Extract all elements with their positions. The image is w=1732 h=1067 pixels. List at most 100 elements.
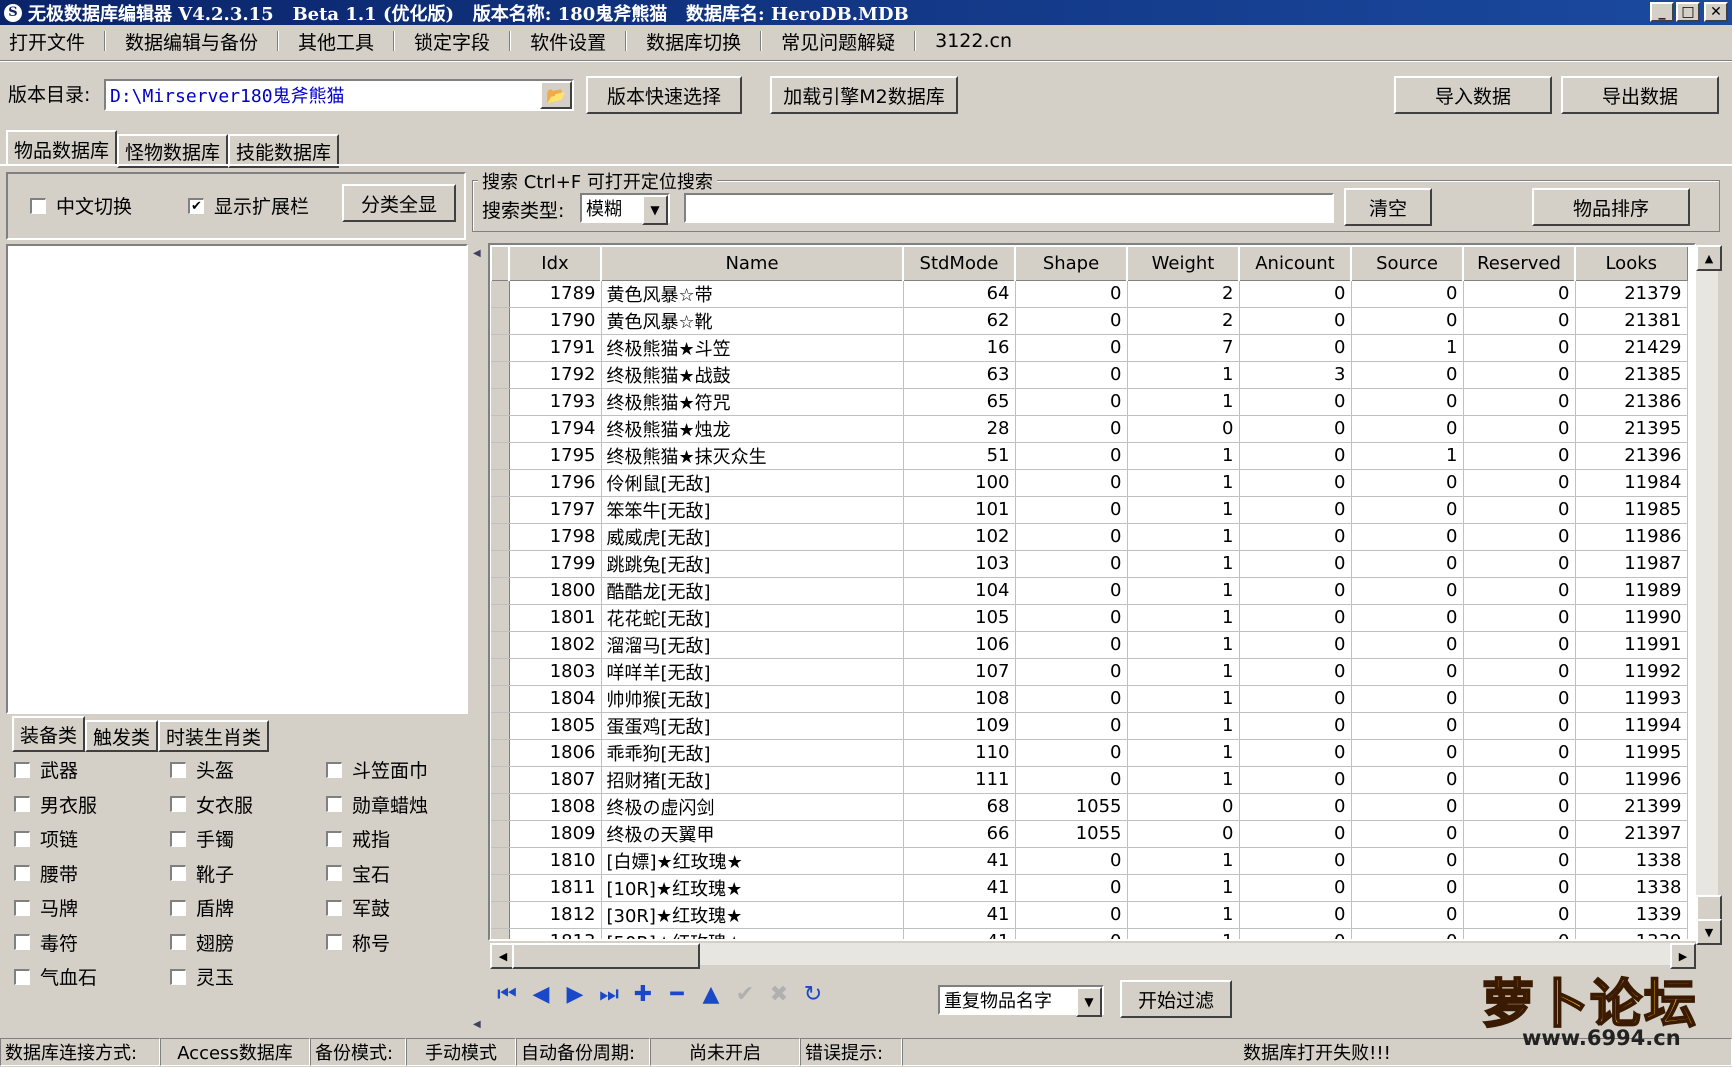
minimize-button[interactable]: _ [1650,2,1674,22]
category-checkbox[interactable]: 手镯 [170,825,234,852]
cell-anicount[interactable]: 0 [1239,442,1352,470]
cell-weight[interactable]: 1 [1127,928,1240,939]
cell-source[interactable]: 0 [1351,361,1464,389]
cell-source[interactable]: 0 [1351,874,1464,902]
cell-weight[interactable]: 1 [1127,361,1240,389]
cell-looks[interactable]: 11990 [1575,604,1688,632]
column-header-source[interactable]: Source [1350,245,1464,281]
cell-anicount[interactable]: 0 [1239,388,1352,416]
cell-idx[interactable]: 1791 [509,334,602,362]
table-row[interactable]: 1811 [10R]★红玫瑰★ 41 0 1 0 0 0 1338 [491,874,1688,902]
category-checkbox[interactable]: 称号 [326,929,390,956]
cell-reserved[interactable]: 0 [1463,766,1576,794]
cell-weight[interactable]: 1 [1127,847,1240,875]
first-record-icon[interactable]: ⏮ [490,982,524,1007]
cell-reserved[interactable]: 0 [1463,496,1576,524]
cell-idx[interactable]: 1795 [509,442,602,470]
cell-stdmode[interactable]: 41 [903,874,1016,902]
cell-anicount[interactable]: 0 [1239,307,1352,335]
category-checkbox-box[interactable] [170,830,186,847]
table-row[interactable]: 1809 终极の天翼甲 66 1055 0 0 0 0 21397 [491,820,1688,848]
subtab-2[interactable]: 时装生肖类 [158,720,270,752]
cell-reserved[interactable]: 0 [1463,577,1576,605]
cell-reserved[interactable]: 0 [1463,415,1576,443]
cell-weight[interactable]: 2 [1127,280,1240,308]
row-indicator[interactable] [491,550,510,578]
cell-weight[interactable]: 1 [1127,388,1240,416]
row-indicator[interactable] [491,874,510,902]
cell-source[interactable]: 0 [1351,793,1464,821]
cell-idx[interactable]: 1802 [509,631,602,659]
category-checkbox[interactable]: 男衣服 [14,791,97,818]
category-checkbox[interactable]: 军鼓 [326,894,390,921]
chinese-switch-checkbox[interactable]: 中文切换 [30,192,132,219]
row-indicator[interactable] [491,847,510,875]
cell-stdmode[interactable]: 65 [903,388,1016,416]
cell-source[interactable]: 1 [1351,442,1464,470]
cell-source[interactable]: 0 [1351,388,1464,416]
cell-name[interactable]: [白嫖]★红玫瑰★ [601,847,904,875]
cell-name[interactable]: 终极の天翼甲 [601,820,904,848]
row-indicator[interactable] [491,496,510,524]
filter-select[interactable]: 重复物品名字 ▼ [938,985,1104,1017]
cell-reserved[interactable]: 0 [1463,307,1576,335]
chevron-down-icon[interactable]: ▼ [642,195,668,225]
cell-source[interactable]: 0 [1351,415,1464,443]
cell-idx[interactable]: 1812 [509,901,602,929]
cell-looks[interactable]: 11989 [1575,577,1688,605]
scroll-down-icon[interactable]: ▼ [1696,919,1722,945]
cell-reserved[interactable]: 0 [1463,928,1576,939]
insert-record-icon[interactable]: ✚ [626,982,660,1007]
category-checkbox-box[interactable] [14,968,30,985]
cell-weight[interactable]: 1 [1127,550,1240,578]
table-row[interactable]: 1810 [白嫖]★红玫瑰★ 41 0 1 0 0 0 1338 [491,847,1688,875]
cell-source[interactable]: 0 [1351,766,1464,794]
cell-shape[interactable]: 0 [1015,361,1128,389]
column-header-shape[interactable]: Shape [1014,245,1128,281]
cell-reserved[interactable]: 0 [1463,280,1576,308]
cell-idx[interactable]: 1790 [509,307,602,335]
refresh-icon[interactable]: ↻ [796,982,830,1007]
cell-idx[interactable]: 1800 [509,577,602,605]
cell-idx[interactable]: 1793 [509,388,602,416]
cell-shape[interactable]: 0 [1015,388,1128,416]
row-indicator[interactable] [491,280,510,308]
cell-weight[interactable]: 0 [1127,820,1240,848]
maximize-button[interactable]: □ [1676,2,1700,22]
cell-weight[interactable]: 1 [1127,658,1240,686]
cell-stdmode[interactable]: 102 [903,523,1016,551]
cell-looks[interactable]: 11996 [1575,766,1688,794]
cell-reserved[interactable]: 0 [1463,388,1576,416]
menu-item-5[interactable]: 数据库切换 [637,28,750,55]
cell-anicount[interactable]: 0 [1239,496,1352,524]
category-checkbox[interactable]: 头盔 [170,756,234,783]
cell-weight[interactable]: 0 [1127,793,1240,821]
cell-source[interactable]: 0 [1351,496,1464,524]
cell-looks[interactable]: 1339 [1575,928,1688,939]
cell-reserved[interactable]: 0 [1463,658,1576,686]
table-row[interactable]: 1800 酷酷龙[无敌] 104 0 1 0 0 0 11989 [491,577,1688,605]
cell-name[interactable]: 终极熊猫★斗笠 [601,334,904,362]
import-button[interactable]: 导入数据 [1394,76,1552,114]
cell-anicount[interactable]: 0 [1239,523,1352,551]
category-checkbox[interactable]: 马牌 [14,894,78,921]
cell-name[interactable]: 咩咩羊[无敌] [601,658,904,686]
cell-looks[interactable]: 11992 [1575,658,1688,686]
row-indicator[interactable] [491,712,510,740]
cell-shape[interactable]: 0 [1015,712,1128,740]
item-sort-button[interactable]: 物品排序 [1532,188,1690,226]
cell-idx[interactable]: 1803 [509,658,602,686]
category-checkbox-box[interactable] [326,761,342,778]
table-row[interactable]: 1796 伶俐鼠[无敌] 100 0 1 0 0 0 11984 [491,469,1688,497]
cell-shape[interactable]: 0 [1015,631,1128,659]
cell-weight[interactable]: 1 [1127,685,1240,713]
cell-name[interactable]: 帅帅猴[无敌] [601,685,904,713]
cell-source[interactable]: 0 [1351,820,1464,848]
vertical-scrollbar[interactable]: ▲ ▼ [1696,245,1722,945]
table-row[interactable]: 1807 招财猪[无敌] 111 0 1 0 0 0 11996 [491,766,1688,794]
cell-idx[interactable]: 1796 [509,469,602,497]
cell-stdmode[interactable]: 62 [903,307,1016,335]
item-grid[interactable]: Idx Name StdMode Shape Weight Anicount Source R… [488,243,1696,941]
cell-name[interactable]: 威威虎[无敌] [601,523,904,551]
column-header-stdmode[interactable]: StdMode [902,245,1016,281]
